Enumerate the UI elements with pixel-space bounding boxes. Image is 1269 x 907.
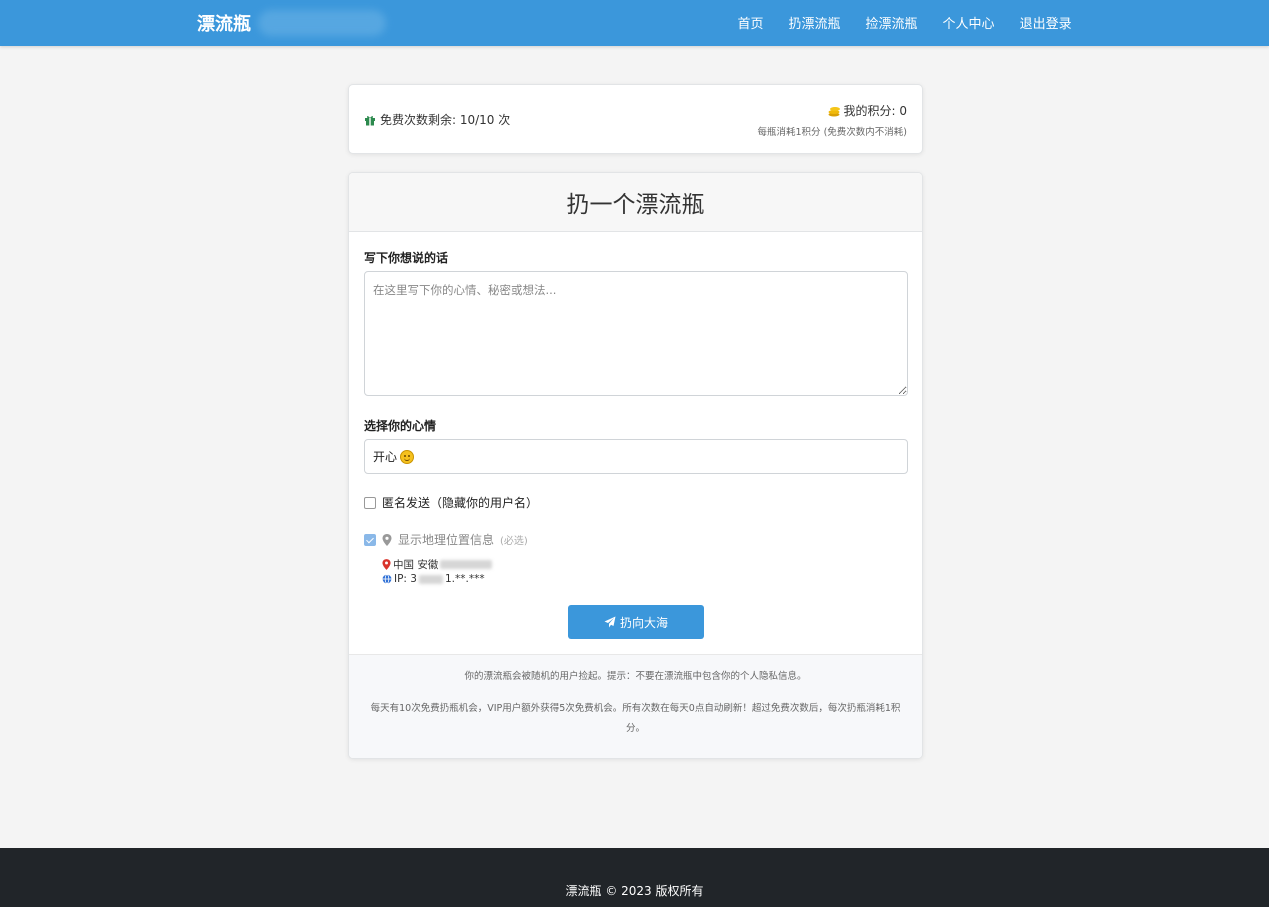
location-checkbox[interactable] xyxy=(364,533,376,546)
free-count: 免费次数剩余: 10/10 次 xyxy=(364,111,510,128)
location-text: 中国 安徽 xyxy=(393,559,439,571)
nav-link-logout[interactable]: 退出登录 xyxy=(1007,13,1084,32)
anonymous-checkbox[interactable] xyxy=(364,496,376,509)
stats-card: 免费次数剩余: 10/10 次 我的积分: 0 每瓶消耗1积分 (免费次数内不消… xyxy=(348,84,923,154)
location-required-note: (必选) xyxy=(500,536,528,547)
message-input[interactable] xyxy=(364,271,908,396)
nav-links: 首页 扔漂流瓶 捡漂流瓶 个人中心 退出登录 xyxy=(725,13,1084,32)
anonymous-option[interactable]: 匿名发送（隐藏你的用户名） xyxy=(364,494,538,511)
points-text: 我的积分: 0 xyxy=(843,104,908,118)
card-footer: 你的漂流瓶会被随机的用户捡起。提示：不要在漂流瓶中包含你的个人隐私信息。 每天有… xyxy=(349,654,922,758)
location-pin-icon xyxy=(382,559,391,570)
submit-label: 扔向大海 xyxy=(619,615,668,630)
map-marker-icon xyxy=(382,533,392,546)
gift-icon xyxy=(365,115,375,125)
copyright: 漂流瓶 © 2023 版权所有 xyxy=(565,884,704,898)
brand-logo[interactable]: 漂流瓶 xyxy=(197,10,251,36)
smile-emoji-icon xyxy=(400,449,415,464)
privacy-tip: 你的漂流瓶会被随机的用户捡起。提示：不要在漂流瓶中包含你的个人隐私信息。 xyxy=(464,671,807,682)
page-title: 扔一个漂流瓶 xyxy=(566,192,705,218)
brand-redacted-area xyxy=(258,10,386,36)
location-detail: 中国 安徽 xyxy=(382,557,493,572)
card-header: 扔一个漂流瓶 xyxy=(349,173,922,232)
throw-bottle-card: 扔一个漂流瓶 写下你想说的话 选择你的心情 开心 匿名发送（隐藏你的用户名） 显… xyxy=(348,172,923,759)
location-label: 显示地理位置信息 xyxy=(398,533,495,547)
nav-link-throw-bottle[interactable]: 扔漂流瓶 xyxy=(776,13,853,32)
coins-icon xyxy=(828,106,840,116)
quota-info: 每天有10次免费扔瓶机会，VIP用户额外获得5次免费机会。所有次数在每天0点自动… xyxy=(370,703,901,734)
globe-icon xyxy=(382,574,392,584)
nav-link-profile[interactable]: 个人中心 xyxy=(930,13,1007,32)
ip-detail: IP: 3 1.**.*** xyxy=(382,573,485,585)
throw-to-sea-button[interactable]: 扔向大海 xyxy=(568,605,704,639)
ip-prefix: IP: 3 xyxy=(394,573,417,585)
points: 我的积分: 0 xyxy=(827,102,908,119)
mood-value: 开心 xyxy=(373,450,398,464)
mood-label: 选择你的心情 xyxy=(364,419,437,433)
nav-link-pick-bottle[interactable]: 捡漂流瓶 xyxy=(853,13,930,32)
location-redacted xyxy=(440,560,493,569)
paper-plane-icon xyxy=(604,616,616,628)
ip-suffix: 1.**.*** xyxy=(444,573,485,585)
anonymous-label: 匿名发送（隐藏你的用户名） xyxy=(382,496,539,510)
site-footer: 漂流瓶 © 2023 版权所有 xyxy=(0,848,1269,907)
location-option[interactable]: 显示地理位置信息 (必选) xyxy=(364,531,528,548)
points-note: 每瓶消耗1积分 (免费次数内不消耗) xyxy=(757,127,907,138)
free-count-text: 免费次数剩余: 10/10 次 xyxy=(380,113,511,127)
message-label: 写下你想说的话 xyxy=(364,251,449,265)
ip-redacted xyxy=(418,574,443,584)
navbar: 漂流瓶 首页 扔漂流瓶 捡漂流瓶 个人中心 退出登录 xyxy=(0,0,1269,46)
nav-link-home[interactable]: 首页 xyxy=(725,13,776,32)
mood-select[interactable]: 开心 xyxy=(364,439,908,474)
